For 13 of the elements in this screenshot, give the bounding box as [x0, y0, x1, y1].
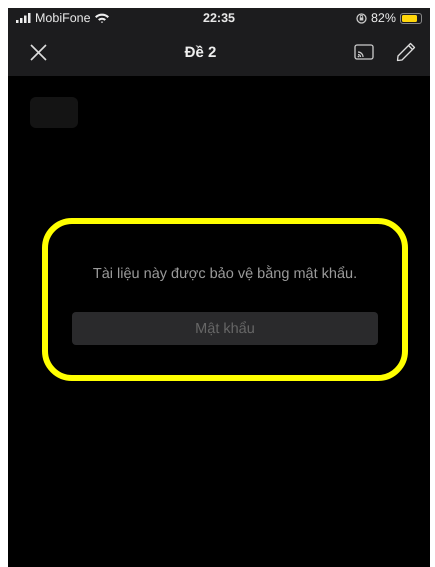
signal-icon — [16, 13, 31, 23]
carrier-name: MobiFone — [35, 11, 91, 25]
cast-icon[interactable] — [354, 44, 374, 60]
password-field[interactable]: Mật khẩu — [72, 312, 378, 345]
battery-icon — [400, 12, 422, 24]
rotation-lock-icon — [356, 12, 367, 24]
protected-message: Tài liệu này được bảo vệ bằng mật khẩu. — [92, 266, 358, 282]
pencil-icon[interactable] — [396, 42, 416, 62]
battery-percentage: 82% — [370, 11, 396, 25]
clock-time: 22:35 — [203, 11, 235, 25]
wifi-icon — [94, 13, 109, 23]
document-title: Đề 2 — [184, 44, 218, 60]
close-icon[interactable] — [30, 44, 47, 60]
